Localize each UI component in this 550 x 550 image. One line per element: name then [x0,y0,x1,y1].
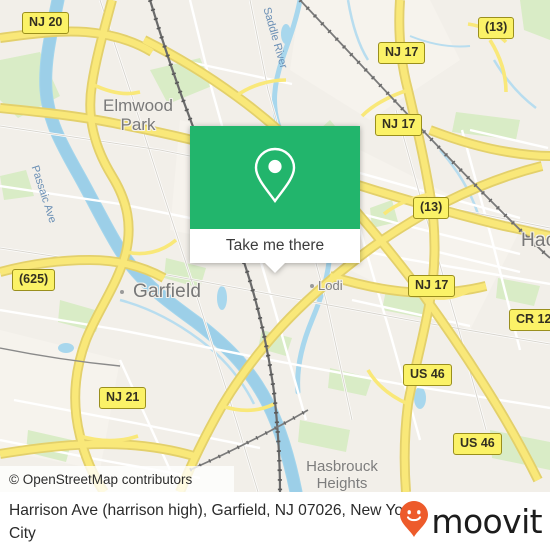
moovit-wordmark: moovit [431,502,542,541]
shield-cr-12[interactable]: CR 12 [509,309,550,331]
shield-nj-21[interactable]: NJ 21 [99,387,147,409]
shield-625[interactable]: (625) [12,269,56,291]
popup-header [190,126,360,229]
footer-bar: Harrison Ave (harrison high), Garfield, … [0,492,550,550]
shield-nj-20-top[interactable]: NJ 20 [22,12,70,34]
shield-13-top[interactable]: (13) [478,17,515,39]
shield-nj-17-top[interactable]: NJ 17 [378,42,426,64]
place-dot-garfield [120,290,124,294]
shield-us-46-lower[interactable]: US 46 [453,433,502,455]
shield-nj-17-upper[interactable]: NJ 17 [375,114,423,136]
address-text: Harrison Ave (harrison high), Garfield, … [9,502,417,542]
shield-13-mid[interactable]: (13) [413,197,450,219]
moovit-logo[interactable]: moovit [399,500,543,543]
popup-cta-label: Take me there [225,237,325,254]
osm-attribution-text: © OpenStreetMap contributors [9,471,193,487]
moovit-map-screen: Elmwood Park Garfield Lodi Hasbrouck Hei… [0,0,550,550]
popup-cta[interactable]: Take me there [190,229,360,273]
place-dot-lodi [310,284,314,288]
map-pin-icon [253,146,297,209]
shield-us-46-upper[interactable]: US 46 [403,364,452,386]
location-popup-card[interactable]: Take me there [190,126,360,273]
popup-tail-pointer [264,262,286,273]
shield-nj-17-mid[interactable]: NJ 17 [408,275,456,297]
osm-attribution[interactable]: © OpenStreetMap contributors [0,466,234,492]
moovit-pin-icon [399,500,429,543]
